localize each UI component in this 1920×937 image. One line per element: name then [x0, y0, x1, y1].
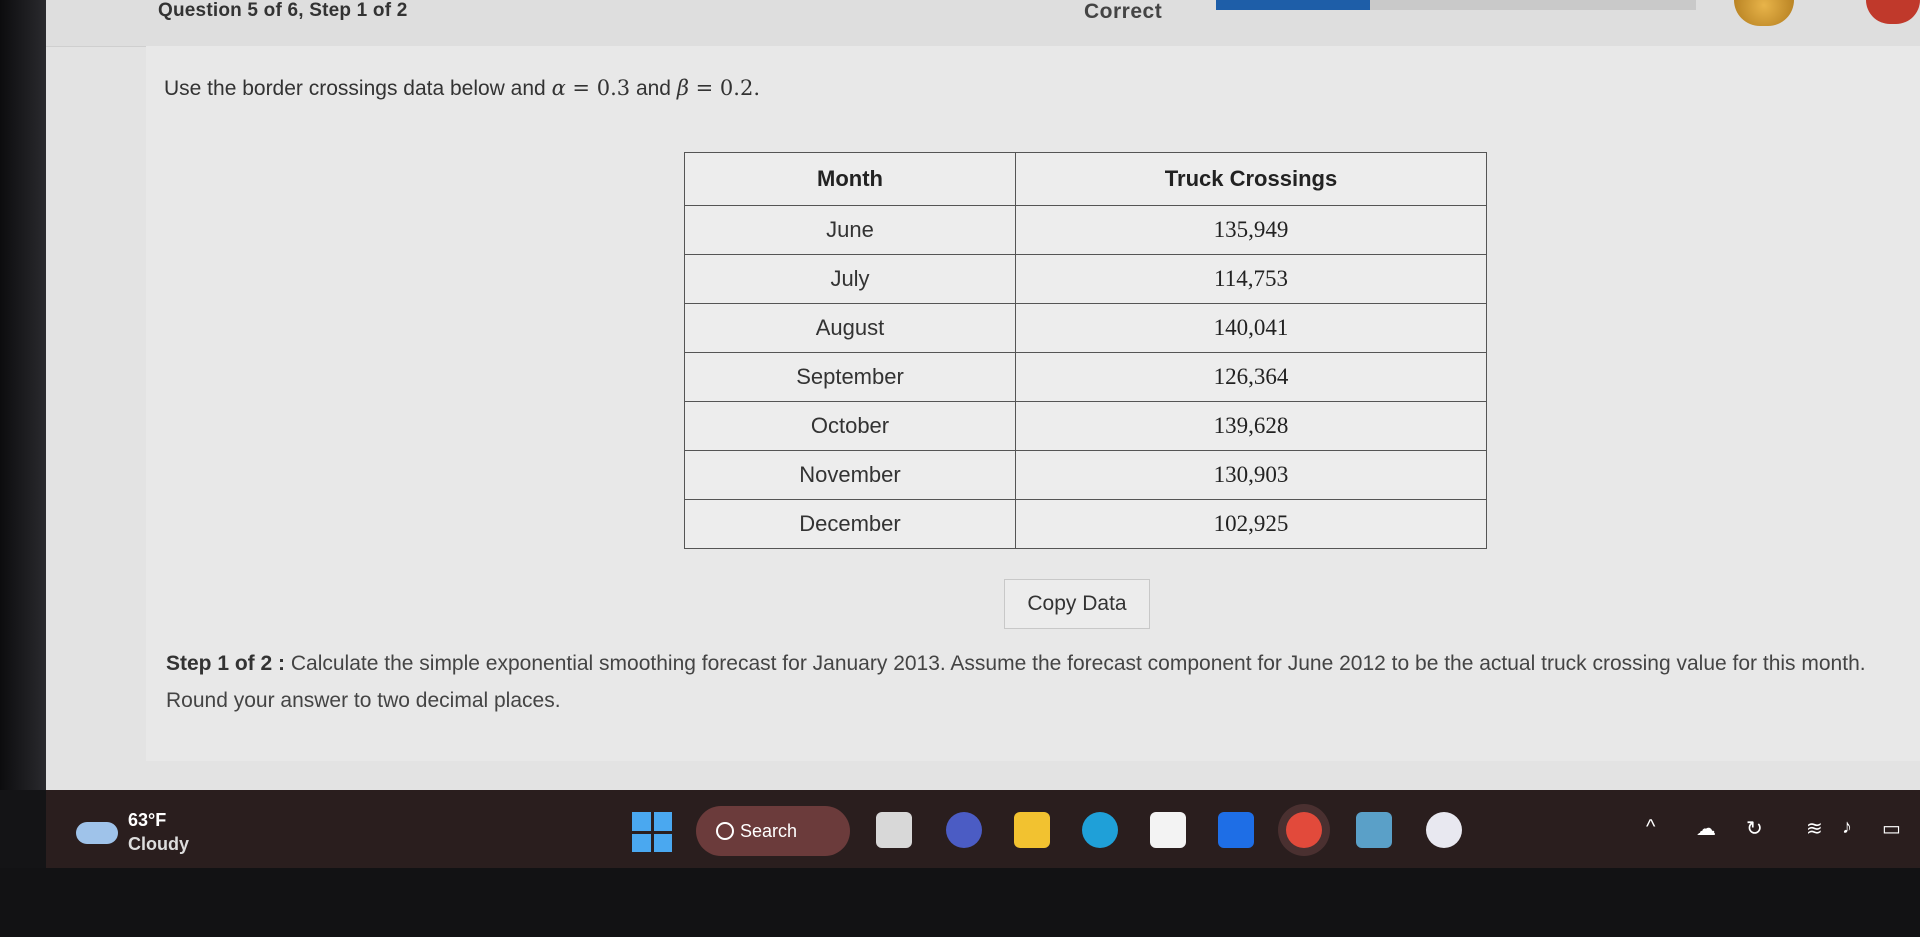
- month-cell: December: [684, 499, 1016, 549]
- edge-icon[interactable]: [1082, 812, 1118, 848]
- step-label: Step 1 of 2 :: [166, 652, 286, 675]
- screen: Question 5 of 6, Step 1 of 2 Correct Use…: [46, 0, 1920, 790]
- meet-icon[interactable]: [946, 812, 982, 848]
- step-instructions: Step 1 of 2 : Calculate the simple expon…: [166, 645, 1906, 719]
- calculator-icon[interactable]: [1356, 812, 1392, 848]
- equals-sign: =: [565, 76, 597, 100]
- table-row: December 102,925: [684, 499, 1487, 549]
- weather-condition: Cloudy: [128, 834, 189, 854]
- search-icon: [716, 821, 734, 840]
- equals-sign: =: [688, 76, 720, 100]
- wifi-icon[interactable]: ≋: [1806, 816, 1823, 841]
- coin-icon[interactable]: [1734, 0, 1794, 26]
- search-label: Search: [740, 820, 798, 841]
- volume-icon[interactable]: ♪: [1842, 816, 1852, 839]
- question-prompt: Use the border crossings data below and …: [164, 76, 760, 101]
- column-header-month: Month: [684, 152, 1016, 206]
- chevron-up-icon[interactable]: ^: [1646, 816, 1655, 839]
- data-table: Month Truck Crossings June 135,949 July 11…: [684, 152, 1487, 549]
- month-cell: August: [684, 303, 1016, 353]
- beta-symbol: β: [676, 76, 689, 100]
- copy-data-button[interactable]: Copy Data: [1004, 579, 1150, 629]
- value-cell: 114,753: [1015, 254, 1487, 304]
- progress-bar: [1216, 0, 1696, 10]
- value-cell: 135,949: [1015, 205, 1487, 255]
- cloud-icon: [76, 822, 118, 844]
- step-text: Calculate the simple exponential smoothi…: [166, 652, 1866, 712]
- app-icon[interactable]: [1426, 812, 1462, 848]
- table-row: October 139,628: [684, 401, 1487, 451]
- desk-surface: [0, 868, 1920, 937]
- sync-icon[interactable]: ↻: [1746, 816, 1763, 841]
- taskbar-search-button[interactable]: Search: [696, 806, 850, 856]
- battery-icon[interactable]: ▭: [1882, 816, 1901, 841]
- value-cell: 139,628: [1015, 401, 1487, 451]
- month-cell: October: [684, 401, 1016, 451]
- value-cell: 126,364: [1015, 352, 1487, 402]
- prompt-period: .: [753, 76, 761, 100]
- dropbox-icon[interactable]: [1218, 812, 1254, 848]
- temperature: 63°F: [128, 810, 167, 830]
- progress-fill: [1216, 0, 1370, 10]
- widgets-icon[interactable]: [876, 812, 912, 848]
- alpha-symbol: α: [551, 76, 566, 100]
- table-row: July 114,753: [684, 254, 1487, 304]
- screen-bezel: [0, 0, 46, 790]
- table-row: August 140,041: [684, 303, 1487, 353]
- prompt-text: Use the border crossings data below and: [164, 77, 552, 100]
- table-row: November 130,903: [684, 450, 1487, 500]
- value-cell: 102,925: [1015, 499, 1487, 549]
- question-header: Question 5 of 6, Step 1 of 2 Correct: [46, 0, 1920, 47]
- beta-value: 0.2: [719, 76, 754, 100]
- chrome-icon[interactable]: [1286, 812, 1322, 848]
- store-icon[interactable]: [1150, 812, 1186, 848]
- month-cell: June: [684, 205, 1016, 255]
- question-step-label: Question 5 of 6, Step 1 of 2: [158, 0, 408, 21]
- heart-icon[interactable]: [1866, 0, 1920, 24]
- status-label: Correct: [1084, 0, 1163, 23]
- table-row: June 135,949: [684, 205, 1487, 255]
- table-header-row: Month Truck Crossings: [684, 152, 1487, 206]
- value-cell: 130,903: [1015, 450, 1487, 500]
- table-row: September 126,364: [684, 352, 1487, 402]
- and-text: and: [630, 77, 677, 100]
- taskbar: 63°F Cloudy Search ^ ☁ ↻ ≋ ♪ ▭: [46, 790, 1920, 868]
- month-cell: July: [684, 254, 1016, 304]
- onedrive-icon[interactable]: ☁: [1696, 816, 1716, 841]
- month-cell: September: [684, 352, 1016, 402]
- value-cell: 140,041: [1015, 303, 1487, 353]
- file-explorer-icon[interactable]: [1014, 812, 1050, 848]
- alpha-value: 0.3: [596, 76, 631, 100]
- column-header-truck-crossings: Truck Crossings: [1015, 152, 1487, 206]
- windows-start-icon[interactable]: [632, 812, 672, 852]
- month-cell: November: [684, 450, 1016, 500]
